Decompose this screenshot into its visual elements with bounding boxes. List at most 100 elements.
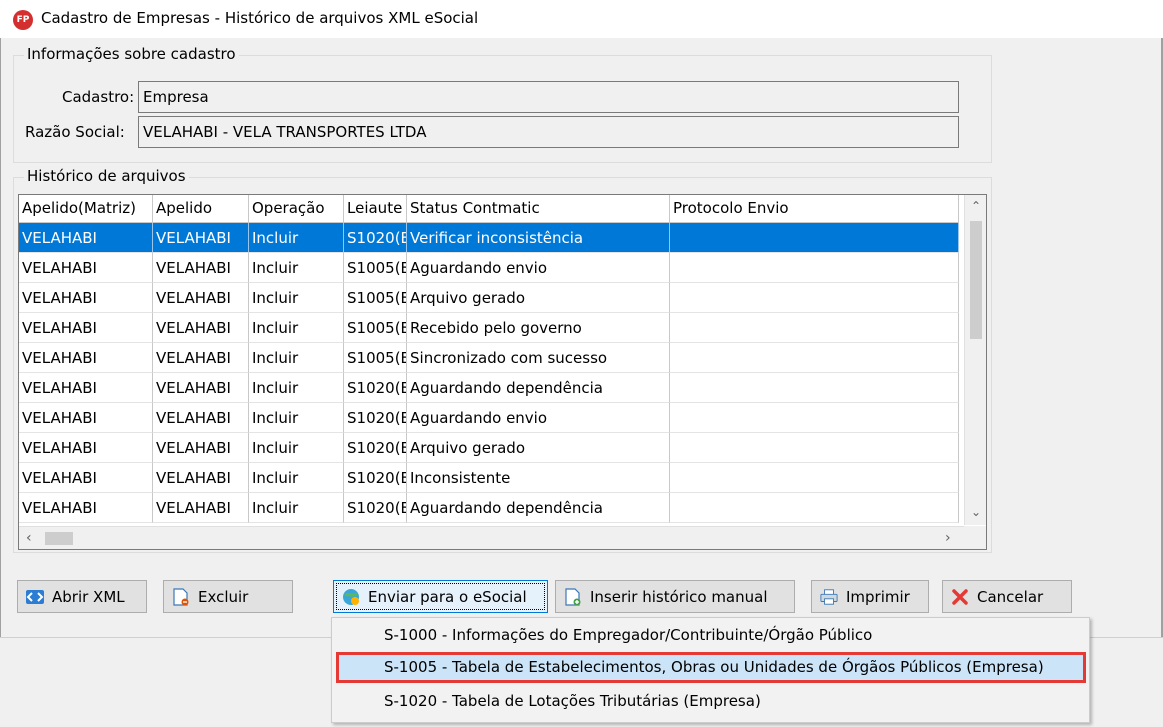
abrir-xml-button[interactable]: Abrir XML [17,580,147,613]
scroll-up-icon[interactable]: ⌃ [971,199,981,213]
table-row[interactable]: VELAHABI VELAHABI Incluir S1020(E Arquivo ge… [19,433,959,463]
column-header-apelido[interactable]: Apelido [153,195,249,223]
column-header-apelido-matriz[interactable]: Apelido(Matriz) [19,195,153,223]
cell-status: Inconsistente [407,463,670,493]
cell-status: Aguardando dependência [407,493,670,523]
cell-leiaute: S1020(E [344,433,407,463]
printer-icon [820,588,838,606]
app-icon: FP [13,10,33,30]
cell-apelido-matriz: VELAHABI [19,283,153,313]
enviar-esocial-label: Enviar para o eSocial [368,587,527,606]
horizontal-scroll-thumb[interactable] [45,532,73,545]
inserir-historico-label: Inserir histórico manual [590,587,768,606]
cell-apelido: VELAHABI [153,283,249,313]
menu-item-s1005[interactable]: S-1005 - Tabela de Estabelecimentos, Obr… [336,652,1086,683]
cell-apelido-matriz: VELAHABI [19,493,153,523]
cell-apelido: VELAHABI [153,223,249,253]
cell-apelido-matriz: VELAHABI [19,373,153,403]
cell-apelido: VELAHABI [153,493,249,523]
column-header-operacao[interactable]: Operação [249,195,344,223]
code-arrows-icon [26,588,44,606]
grid-header: Apelido(Matriz) Apelido Operação Leiaute… [19,195,959,223]
document-add-icon [564,587,582,606]
imprimir-button[interactable]: Imprimir [811,580,929,613]
table-row[interactable]: VELAHABI VELAHABI Incluir S1020(E Aguardando… [19,373,959,403]
cell-operacao: Incluir [249,223,344,253]
cell-apelido-matriz: VELAHABI [19,463,153,493]
cell-protocolo [670,313,959,343]
vertical-scrollbar[interactable]: ⌃ ⌄ [964,195,986,525]
cell-leiaute: S1020(E [344,493,407,523]
history-group-legend: Histórico de arquivos [24,167,189,185]
cell-operacao: Incluir [249,373,344,403]
cancelar-button[interactable]: Cancelar [942,580,1072,613]
cell-operacao: Incluir [249,343,344,373]
column-header-status[interactable]: Status Contmatic [407,195,670,223]
table-row[interactable]: VELAHABI VELAHABI Incluir S1020(E Aguardando… [19,493,959,523]
horizontal-scrollbar[interactable]: ‹ › [19,526,964,549]
globe-send-icon [342,588,360,606]
menu-item-s1000[interactable]: S-1000 - Informações do Empregador/Contr… [336,620,1086,651]
cell-apelido-matriz: VELAHABI [19,223,153,253]
cell-protocolo [670,433,959,463]
table-row[interactable]: VELAHABI VELAHABI Incluir S1005(E Arquivo ge… [19,283,959,313]
table-row[interactable]: VELAHABI VELAHABI Incluir S1020(E Aguardando… [19,403,959,433]
cell-protocolo [670,373,959,403]
imprimir-label: Imprimir [846,587,910,606]
cell-leiaute: S1005(E [344,343,407,373]
table-row[interactable]: VELAHABI VELAHABI Incluir S1020(E Verificar … [19,223,959,253]
table-row[interactable]: VELAHABI VELAHABI Incluir S1005(E Aguardando… [19,253,959,283]
window-title: Cadastro de Empresas - Histórico de arqu… [41,9,479,27]
cancelar-label: Cancelar [977,587,1044,606]
razao-social-label: Razão Social: [25,123,125,141]
razao-social-field[interactable]: VELAHABI - VELA TRANSPORTES LTDA [138,116,959,148]
history-grid[interactable]: Apelido(Matriz) Apelido Operação Leiaute… [18,194,987,550]
cell-protocolo [670,253,959,283]
excluir-label: Excluir [198,587,249,606]
red-x-icon [951,588,969,606]
table-row[interactable]: VELAHABI VELAHABI Incluir S1020(E Inconsiste… [19,463,959,493]
scrollbar-corner [964,526,986,549]
title-bar: FP Cadastro de Empresas - Histórico de a… [0,0,1163,38]
cell-apelido-matriz: VELAHABI [19,433,153,463]
cell-apelido: VELAHABI [153,313,249,343]
column-header-leiaute[interactable]: Leiaute [344,195,407,223]
cell-protocolo [670,283,959,313]
cell-apelido-matriz: VELAHABI [19,253,153,283]
cell-status: Aguardando envio [407,253,670,283]
cell-leiaute: S1020(E [344,463,407,493]
document-delete-icon [172,587,190,606]
cell-apelido: VELAHABI [153,373,249,403]
cell-protocolo [670,343,959,373]
cell-operacao: Incluir [249,253,344,283]
cell-operacao: Incluir [249,433,344,463]
cell-apelido-matriz: VELAHABI [19,313,153,343]
menu-item-s1020[interactable]: S-1020 - Tabela de Lotações Tributárias … [336,686,1086,717]
enviar-esocial-button[interactable]: Enviar para o eSocial [333,580,548,613]
excluir-button[interactable]: Excluir [163,580,293,613]
cell-apelido: VELAHABI [153,343,249,373]
info-group-legend: Informações sobre cadastro [24,45,239,63]
cell-status: Arquivo gerado [407,283,670,313]
cell-operacao: Incluir [249,463,344,493]
cell-apelido-matriz: VELAHABI [19,343,153,373]
table-row[interactable]: VELAHABI VELAHABI Incluir S1005(E Sincroniza… [19,343,959,373]
column-header-protocolo[interactable]: Protocolo Envio [670,195,959,223]
scroll-down-icon[interactable]: ⌄ [971,505,981,519]
cell-leiaute: S1005(E [344,313,407,343]
scroll-left-icon[interactable]: ‹ [26,530,32,546]
cell-status: Verificar inconsistência [407,223,670,253]
vertical-scroll-thumb[interactable] [970,221,982,339]
cell-status: Recebido pelo governo [407,313,670,343]
grid-body: VELAHABI VELAHABI Incluir S1020(E Verificar … [19,223,959,523]
cell-apelido: VELAHABI [153,253,249,283]
window-border [0,38,1,727]
cell-status: Aguardando envio [407,403,670,433]
table-row[interactable]: VELAHABI VELAHABI Incluir S1005(E Recebido p… [19,313,959,343]
cell-apelido-matriz: VELAHABI [19,403,153,433]
inserir-historico-button[interactable]: Inserir histórico manual [555,580,795,613]
scroll-right-icon[interactable]: › [945,530,951,546]
cadastro-field[interactable]: Empresa [138,81,959,113]
cell-apelido: VELAHABI [153,403,249,433]
cell-status: Aguardando dependência [407,373,670,403]
